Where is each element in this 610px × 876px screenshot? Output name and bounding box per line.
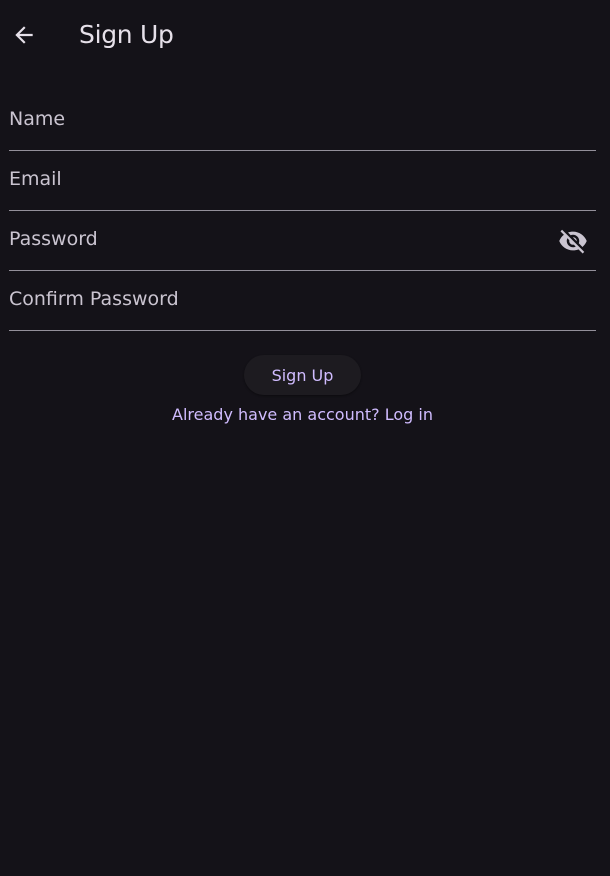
password-visibility-toggle[interactable] [558,227,588,255]
confirm-password-field[interactable] [9,270,596,331]
signup-screen: Sign Up Sign Up Already have an account?… [0,0,610,876]
login-link[interactable]: Already have an account? Log in [0,403,605,427]
name-input[interactable] [9,90,549,148]
app-bar: Sign Up [0,0,610,70]
arrow-back-icon [15,26,33,44]
visibility-off-icon [559,229,587,254]
password-field[interactable] [9,210,596,271]
email-input[interactable] [9,150,549,208]
confirm-password-input[interactable] [9,270,549,328]
signup-button[interactable]: Sign Up [244,355,361,395]
back-button[interactable] [4,15,44,55]
password-input[interactable] [9,210,549,268]
name-field[interactable] [9,90,596,151]
email-field[interactable] [9,150,596,211]
page-title: Sign Up [79,20,174,49]
